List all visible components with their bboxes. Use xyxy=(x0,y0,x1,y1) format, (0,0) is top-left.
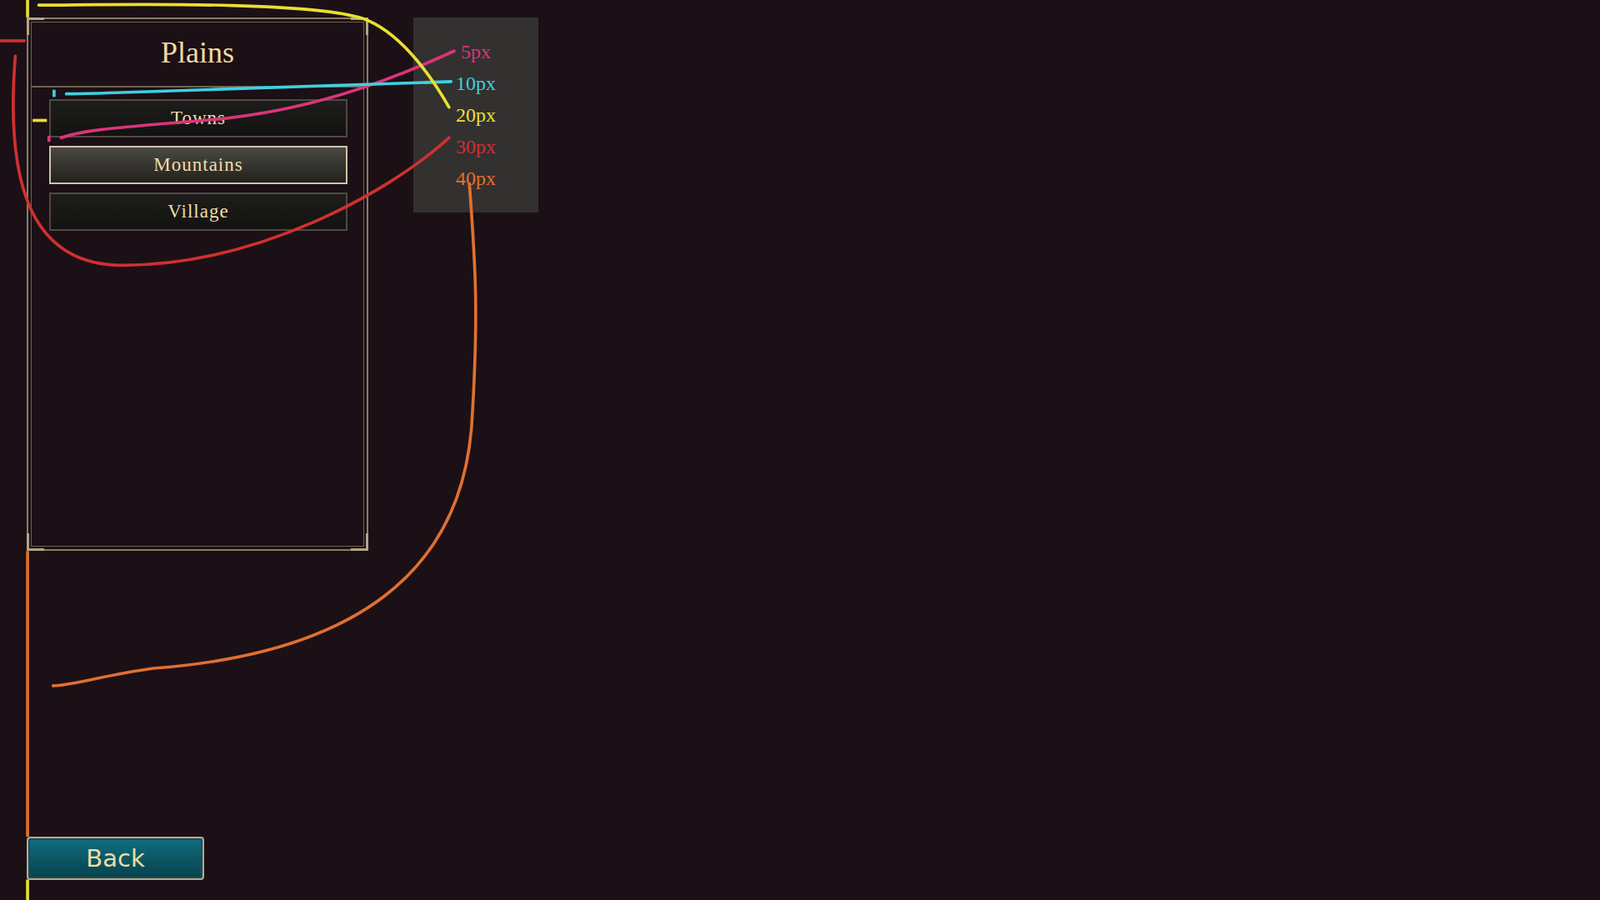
spacing-marker xyxy=(25,0,30,18)
menu-panel: Plains Towns Mountains Village xyxy=(26,17,369,551)
legend-label: 40px xyxy=(455,165,496,191)
spacing-marker xyxy=(25,880,30,900)
legend-label: 10px xyxy=(455,70,496,96)
back-button[interactable]: Back xyxy=(26,836,205,880)
legend-label: 20px xyxy=(455,102,496,128)
bottom-row: Back xyxy=(26,836,1600,880)
top-row: Plains Towns Mountains Village 5px 10px 20px 30… xyxy=(26,17,1600,551)
panel-header: Plains xyxy=(31,19,364,88)
spacing-marker xyxy=(32,119,47,123)
spacing-marker xyxy=(52,90,56,98)
spacing-marker xyxy=(0,39,26,43)
annotation-stroke xyxy=(53,183,476,685)
item-list: Towns Mountains Village xyxy=(28,87,367,231)
annotation-stroke xyxy=(39,4,450,107)
corner-ornament-icon xyxy=(26,533,45,551)
annotation-overlay xyxy=(0,0,1600,900)
spacing-marker xyxy=(25,550,30,837)
menu-item[interactable]: Towns xyxy=(49,99,348,138)
corner-ornament-icon xyxy=(26,17,45,35)
corner-ornament-icon xyxy=(350,17,369,35)
annotation-group xyxy=(27,0,450,900)
annotation-stroke xyxy=(13,55,450,265)
annotation-group xyxy=(27,183,476,837)
legend-label: 30px xyxy=(455,134,496,160)
corner-ornament-icon xyxy=(350,533,369,551)
legend: 5px 10px 20px 30px 40px xyxy=(413,17,539,213)
panel-title: Plains xyxy=(160,35,235,70)
screen: Plains Towns Mountains Village 5px 10px 20px 30… xyxy=(0,0,1600,900)
annotation-group xyxy=(0,40,450,265)
menu-item[interactable]: Mountains xyxy=(49,145,348,185)
spacing-marker xyxy=(47,135,51,142)
annotation-stroke xyxy=(60,50,454,138)
annotation-group xyxy=(54,81,451,97)
legend-label: 5px xyxy=(460,39,491,65)
annotation-stroke xyxy=(66,81,452,95)
menu-item[interactable]: Village xyxy=(49,192,348,231)
annotation-group xyxy=(49,50,455,142)
